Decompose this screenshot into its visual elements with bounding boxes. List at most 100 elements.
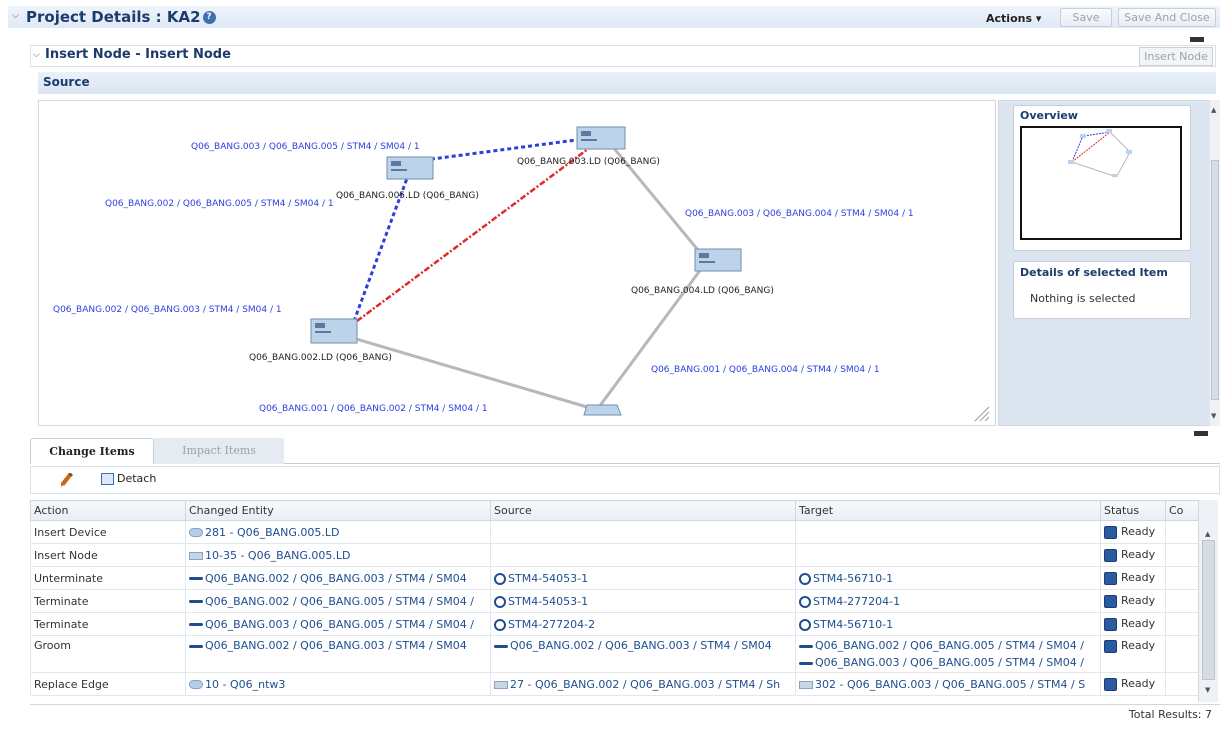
splitter-handle[interactable] bbox=[1190, 37, 1204, 42]
entity-cell[interactable]: 281 - Q06_BANG.005.LD bbox=[185, 520, 491, 544]
scroll-down-icon[interactable]: ▼ bbox=[1211, 412, 1216, 420]
column-header[interactable]: Co bbox=[1165, 500, 1199, 521]
node-005[interactable] bbox=[386, 156, 434, 180]
port-icon bbox=[494, 572, 506, 585]
collapse-icon[interactable]: ⌵ bbox=[12, 11, 19, 21]
target-cell[interactable]: 302 - Q06_BANG.003 / Q06_BANG.005 / STM4… bbox=[795, 672, 1101, 696]
table-row[interactable]: Terminate Q06_BANG.002 / Q06_BANG.005 / … bbox=[30, 589, 1199, 613]
target-cell[interactable]: Q06_BANG.002 / Q06_BANG.005 / STM4 / SM0… bbox=[795, 635, 1101, 673]
source-cell[interactable]: STM4-277204-2 bbox=[490, 612, 796, 636]
target-cell[interactable]: STM4-56710-1 bbox=[795, 566, 1101, 590]
status-cell: Ready bbox=[1100, 612, 1166, 636]
ready-icon bbox=[1104, 571, 1117, 585]
node-label: Q06_BANG.004.LD (Q06_BANG) bbox=[631, 286, 774, 296]
node-002[interactable] bbox=[310, 318, 358, 344]
table-row[interactable]: Unterminate Q06_BANG.002 / Q06_BANG.003 … bbox=[30, 566, 1199, 590]
table-row[interactable]: Insert Node 10-35 - Q06_BANG.005.LD Read… bbox=[30, 543, 1199, 567]
scroll-thumb[interactable] bbox=[1211, 160, 1219, 400]
project-header: ⌵ Project Details : KA2? Actions ▾ Save … bbox=[8, 6, 1220, 28]
action-cell: Terminate bbox=[30, 589, 186, 613]
target-cell[interactable]: STM4-56710-1 bbox=[795, 612, 1101, 636]
link-icon bbox=[494, 644, 508, 648]
table-row[interactable]: Insert Device 281 - Q06_BANG.005.LD Read… bbox=[30, 520, 1199, 544]
action-cell: Terminate bbox=[30, 612, 186, 636]
save-button[interactable]: Save bbox=[1060, 8, 1112, 27]
section-title: Insert Node - Insert Node bbox=[45, 47, 231, 62]
source-cell[interactable]: 27 - Q06_BANG.002 / Q06_BANG.003 / STM4 … bbox=[490, 672, 796, 696]
port-icon bbox=[799, 595, 811, 608]
node-003[interactable] bbox=[576, 126, 626, 150]
empty-cell bbox=[1165, 566, 1199, 590]
source-cell[interactable]: Q06_BANG.002 / Q06_BANG.003 / STM4 / SM0… bbox=[490, 635, 796, 673]
source-cell[interactable]: STM4-54053-1 bbox=[490, 566, 796, 590]
target-cell[interactable]: STM4-277204-1 bbox=[795, 589, 1101, 613]
table-row[interactable]: Terminate Q06_BANG.003 / Q06_BANG.005 / … bbox=[30, 612, 1199, 636]
tab-change-items[interactable]: Change Items bbox=[30, 438, 154, 464]
topology-canvas[interactable]: Q06_BANG.003.LD (Q06_BANG) Q06_BANG.005.… bbox=[38, 100, 996, 426]
node-label: Q06_BANG.005.LD (Q06_BANG) bbox=[336, 191, 479, 201]
table-header-row: Action Changed Entity Source Target Stat… bbox=[30, 500, 1199, 521]
entity-cell[interactable]: Q06_BANG.002 / Q06_BANG.003 / STM4 / SM0… bbox=[185, 635, 491, 673]
port-icon bbox=[799, 572, 811, 585]
resize-grip-icon[interactable] bbox=[974, 406, 990, 422]
scroll-up-icon[interactable]: ▲ bbox=[1211, 106, 1216, 114]
entity-cell[interactable]: Q06_BANG.002 / Q06_BANG.005 / STM4 / SM0… bbox=[185, 589, 491, 613]
link-001-002[interactable] bbox=[328, 329, 588, 409]
save-and-close-button[interactable]: Save And Close bbox=[1118, 8, 1216, 27]
column-header[interactable]: Target bbox=[795, 500, 1101, 521]
detach-button[interactable]: Detach bbox=[101, 472, 156, 485]
node-001[interactable] bbox=[583, 404, 622, 416]
entity-cell[interactable]: Q06_BANG.002 / Q06_BANG.003 / STM4 / SM0… bbox=[185, 566, 491, 590]
entity-cell[interactable]: Q06_BANG.003 / Q06_BANG.005 / STM4 / SM0… bbox=[185, 612, 491, 636]
link-label: Q06_BANG.001 / Q06_BANG.002 / STM4 / SM0… bbox=[259, 404, 488, 414]
collapse-icon[interactable]: ⌵ bbox=[33, 50, 40, 60]
column-header[interactable]: Action bbox=[30, 500, 186, 521]
insert-node-button[interactable]: Insert Node bbox=[1139, 47, 1213, 66]
link-icon bbox=[189, 644, 203, 648]
actions-menu[interactable]: Actions ▾ bbox=[986, 12, 1041, 25]
column-header[interactable]: Changed Entity bbox=[185, 500, 491, 521]
ready-icon bbox=[1104, 548, 1117, 562]
details-empty-text: Nothing is selected bbox=[1030, 292, 1136, 305]
empty-cell bbox=[1165, 589, 1199, 613]
source-title: Source bbox=[43, 75, 90, 89]
overview-title: Overview bbox=[1020, 109, 1078, 122]
scroll-thumb[interactable] bbox=[1202, 540, 1215, 680]
table-row[interactable]: Groom Q06_BANG.002 / Q06_BANG.003 / STM4… bbox=[30, 635, 1199, 673]
ready-icon bbox=[1104, 594, 1117, 608]
status-cell: Ready bbox=[1100, 520, 1166, 544]
action-cell: Groom bbox=[30, 635, 186, 673]
topology-graph[interactable] bbox=[39, 101, 996, 426]
link-icon bbox=[189, 577, 203, 580]
scroll-down-icon[interactable]: ▼ bbox=[1205, 686, 1210, 694]
edge-icon bbox=[494, 680, 508, 689]
edit-icon[interactable] bbox=[61, 473, 73, 487]
table-scrollbar[interactable]: ▲ ▼ bbox=[1198, 500, 1218, 702]
insert-node-header: ⌵ Insert Node - Insert Node Insert Node bbox=[30, 45, 1216, 67]
column-header[interactable]: Source bbox=[490, 500, 796, 521]
action-cell: Replace Edge bbox=[30, 672, 186, 696]
target-cell bbox=[795, 543, 1101, 567]
node-label: Q06_BANG.003.LD (Q06_BANG) bbox=[517, 157, 660, 167]
scroll-up-icon[interactable]: ▲ bbox=[1205, 530, 1210, 538]
dropdown-arrow-icon: ▾ bbox=[1035, 12, 1042, 25]
column-header[interactable]: Status bbox=[1100, 500, 1166, 521]
source-cell bbox=[490, 543, 796, 567]
ready-icon bbox=[1104, 525, 1117, 539]
empty-cell bbox=[1165, 635, 1199, 673]
entity-cell[interactable]: 10 - Q06_ntw3 bbox=[185, 672, 491, 696]
node-004[interactable] bbox=[694, 248, 742, 272]
table-row[interactable]: Replace Edge 10 - Q06_ntw3 27 - Q06_BANG… bbox=[30, 672, 1199, 696]
change-items-table: Action Changed Entity Source Target Stat… bbox=[30, 500, 1199, 696]
action-cell: Unterminate bbox=[30, 566, 186, 590]
overview-viewport[interactable] bbox=[1020, 126, 1182, 240]
entity-cell[interactable]: 10-35 - Q06_BANG.005.LD bbox=[185, 543, 491, 567]
link-001-004[interactable] bbox=[597, 260, 709, 408]
splitter-handle[interactable] bbox=[1194, 431, 1208, 436]
help-icon[interactable]: ? bbox=[202, 11, 216, 24]
empty-cell bbox=[1165, 520, 1199, 544]
action-cell: Insert Node bbox=[30, 543, 186, 567]
source-cell[interactable]: STM4-54053-1 bbox=[490, 589, 796, 613]
side-scrollbar[interactable]: ▲ ▼ bbox=[1210, 100, 1220, 426]
tab-impact-items[interactable]: Impact Items bbox=[154, 438, 284, 464]
